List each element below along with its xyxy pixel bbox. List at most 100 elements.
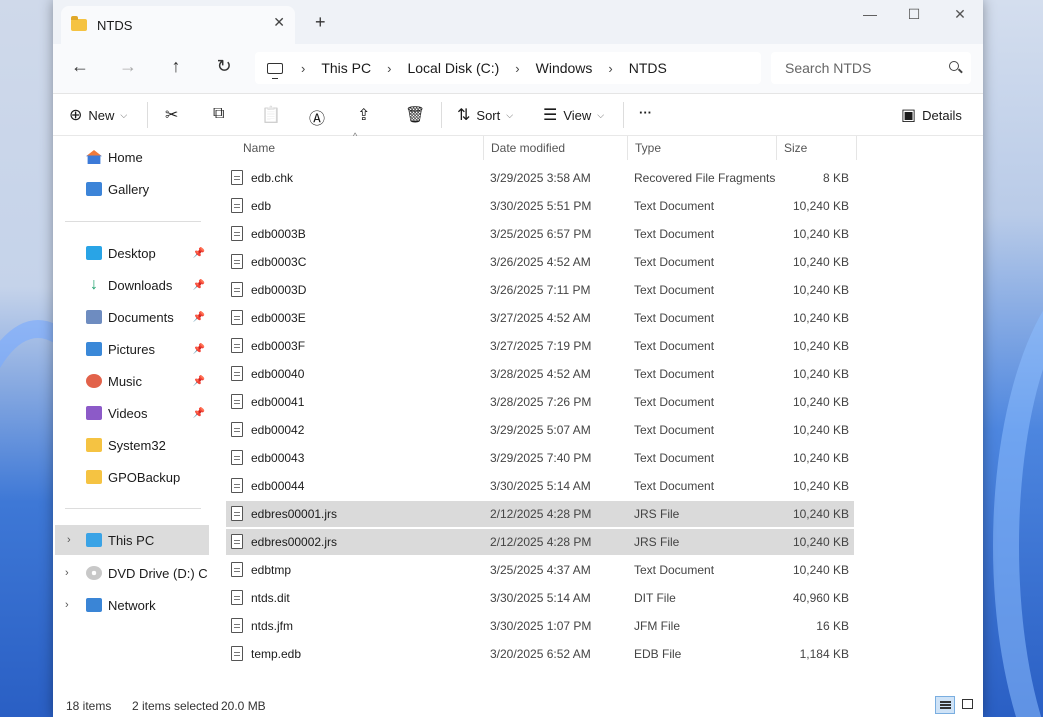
sidebar-item-documents[interactable]: Documents 📌 xyxy=(53,302,211,332)
pin-icon[interactable]: 📌 xyxy=(193,312,205,323)
documents-icon xyxy=(86,310,102,324)
expand-chevron-icon[interactable]: › xyxy=(65,567,69,579)
pin-icon[interactable]: 📌 xyxy=(193,280,205,291)
new-tab-button[interactable]: + xyxy=(315,12,326,33)
details-view-icon xyxy=(940,701,951,703)
new-button[interactable]: ⊕ New ⌵ xyxy=(69,105,127,125)
tiles-view-button[interactable] xyxy=(958,696,978,714)
address-bar[interactable]: › This PC › Local Disk (C:) › Windows › … xyxy=(255,52,761,84)
sidebar-item-downloads[interactable]: ↓ Downloads 📌 xyxy=(53,270,211,300)
tab-close-button[interactable]: ✕ xyxy=(273,14,285,31)
details-pane-icon: ▣ xyxy=(901,107,917,124)
file-row[interactable]: edb00044 3/30/2025 5:14 AM Text Document 10… xyxy=(226,473,854,499)
search-input[interactable]: Search NTDS xyxy=(771,52,971,84)
file-icon xyxy=(231,478,243,493)
breadcrumb-this-pc[interactable]: This PC xyxy=(321,60,371,76)
tab-ntds[interactable]: NTDS ✕ xyxy=(61,6,295,44)
file-row[interactable]: ntds.jfm 3/30/2025 1:07 PM JFM File 16 KB xyxy=(226,613,854,639)
sort-button[interactable]: ⇅ Sort ⌵ xyxy=(457,105,513,125)
sidebar-item-pictures[interactable]: Pictures 📌 xyxy=(53,334,211,364)
sidebar-item-label: Music xyxy=(108,373,142,389)
sidebar-item-this-pc[interactable]: › This PC xyxy=(55,525,209,555)
maximize-button[interactable]: ☐ xyxy=(891,6,937,23)
copy-button[interactable]: ⧉ xyxy=(213,105,230,123)
file-size: 10,240 KB xyxy=(792,395,849,409)
pin-icon[interactable]: 📌 xyxy=(193,344,205,355)
breadcrumb-separator[interactable]: › xyxy=(387,61,391,76)
divider xyxy=(147,102,148,128)
file-row[interactable]: edb00040 3/28/2025 4:52 AM Text Document 10… xyxy=(226,361,854,387)
minimize-button[interactable]: — xyxy=(847,6,893,22)
refresh-button[interactable]: ↻ xyxy=(209,56,239,77)
file-icon xyxy=(231,254,243,269)
sidebar-item-home[interactable]: Home xyxy=(53,142,211,172)
pin-icon[interactable]: 📌 xyxy=(193,248,205,259)
file-row[interactable]: edbres00002.jrs 2/12/2025 4:28 PM JRS File… xyxy=(226,529,854,555)
sidebar-item-videos[interactable]: Videos 📌 xyxy=(53,398,211,428)
sidebar-item-dvd-drive[interactable]: › DVD Drive (D:) CD_I xyxy=(53,558,211,588)
view-button[interactable]: ☰ View ⌵ xyxy=(543,105,604,125)
sidebar-item-gpobackup[interactable]: GPOBackup xyxy=(53,462,211,492)
back-button[interactable]: ← xyxy=(65,56,95,77)
file-name: edb00043 xyxy=(251,451,305,465)
forward-button[interactable]: → xyxy=(113,56,143,77)
share-button[interactable]: ⇪ xyxy=(357,105,376,125)
file-row[interactable]: edb0003E 3/27/2025 4:52 AM Text Document 10… xyxy=(226,305,854,331)
file-type: Text Document xyxy=(634,395,715,409)
downloads-icon: ↓ xyxy=(90,276,98,293)
file-row[interactable]: edb0003C 3/26/2025 4:52 AM Text Document 10… xyxy=(226,249,854,275)
cut-button[interactable]: ✂ xyxy=(165,105,184,125)
file-row[interactable]: edb.chk 3/29/2025 3:58 AM Recovered File F… xyxy=(226,165,854,191)
home-icon xyxy=(86,150,102,164)
rename-button[interactable]: Ⓐ xyxy=(309,105,331,129)
file-row[interactable]: edb0003B 3/25/2025 6:57 PM Text Document 10… xyxy=(226,221,854,247)
column-header-size[interactable]: Size xyxy=(777,136,857,160)
details-view-button[interactable] xyxy=(935,696,955,714)
file-row[interactable]: edb00042 3/29/2025 5:07 AM Text Document 10… xyxy=(226,417,854,443)
column-header-type[interactable]: Type xyxy=(628,136,777,160)
more-options-button[interactable]: ··· xyxy=(639,105,652,120)
breadcrumb-separator[interactable]: › xyxy=(608,61,612,76)
breadcrumb-separator[interactable]: › xyxy=(301,61,305,76)
breadcrumb-ntds[interactable]: NTDS xyxy=(629,60,667,76)
file-icon xyxy=(231,562,243,577)
file-name: edb0003D xyxy=(251,283,307,297)
file-row[interactable]: edb0003D 3/26/2025 7:11 PM Text Document 10… xyxy=(226,277,854,303)
breadcrumb-separator[interactable]: › xyxy=(515,61,519,76)
file-date-modified: 3/30/2025 5:14 AM xyxy=(490,591,591,605)
up-button[interactable]: ↑ xyxy=(161,56,191,77)
file-row[interactable]: edb00041 3/28/2025 7:26 PM Text Document 10… xyxy=(226,389,854,415)
column-header-name[interactable]: Name xyxy=(236,136,484,160)
file-row[interactable]: edb0003F 3/27/2025 7:19 PM Text Document 10… xyxy=(226,333,854,359)
file-date-modified: 3/25/2025 6:57 PM xyxy=(490,227,592,241)
paste-button[interactable]: 📋 xyxy=(261,105,287,125)
sidebar-item-gallery[interactable]: Gallery xyxy=(53,174,211,204)
file-row[interactable]: edb00043 3/29/2025 7:40 PM Text Document 10… xyxy=(226,445,854,471)
sidebar-item-music[interactable]: Music 📌 xyxy=(53,366,211,396)
breadcrumb-local-disk[interactable]: Local Disk (C:) xyxy=(407,60,499,76)
view-label: View xyxy=(563,107,592,123)
file-row[interactable]: ntds.dit 3/30/2025 5:14 AM DIT File 40,960 … xyxy=(226,585,854,611)
details-button[interactable]: ▣ Details xyxy=(901,105,962,125)
expand-chevron-icon[interactable]: › xyxy=(65,599,69,611)
file-type: Text Document xyxy=(634,199,715,213)
pin-icon[interactable]: 📌 xyxy=(193,376,205,387)
file-row[interactable]: edbres00001.jrs 2/12/2025 4:28 PM JRS File… xyxy=(226,501,854,527)
delete-button[interactable]: 🗑 xyxy=(405,105,431,125)
pin-icon[interactable]: 📌 xyxy=(193,408,205,419)
file-row[interactable]: temp.edb 3/20/2025 6:52 AM EDB File 1,184 K… xyxy=(226,641,854,667)
sidebar-item-network[interactable]: › Network xyxy=(53,590,211,620)
expand-chevron-icon[interactable]: › xyxy=(67,534,71,546)
file-size: 10,240 KB xyxy=(792,535,849,549)
file-row[interactable]: edb 3/30/2025 5:51 PM Text Document 10,240 … xyxy=(226,193,854,219)
close-button[interactable]: ✕ xyxy=(937,6,983,23)
column-header-date-modified[interactable]: Date modified xyxy=(484,136,628,160)
breadcrumb-windows[interactable]: Windows xyxy=(536,60,593,76)
sidebar-item-label: Documents xyxy=(108,309,174,325)
sidebar-item-label: Pictures xyxy=(108,341,155,357)
navigation-pane: Home Gallery Desktop 📌 ↓ Downloads 📌 Doc… xyxy=(53,136,211,692)
sidebar-item-system32[interactable]: System32 xyxy=(53,430,211,460)
command-bar: ⊕ New ⌵ ✂ ⧉ 📋 Ⓐ ⇪ 🗑 ⇅ Sort ⌵ ☰ View ⌵ ··… xyxy=(53,94,983,136)
file-row[interactable]: edbtmp 3/25/2025 4:37 AM Text Document 10,2… xyxy=(226,557,854,583)
sidebar-item-desktop[interactable]: Desktop 📌 xyxy=(53,238,211,268)
